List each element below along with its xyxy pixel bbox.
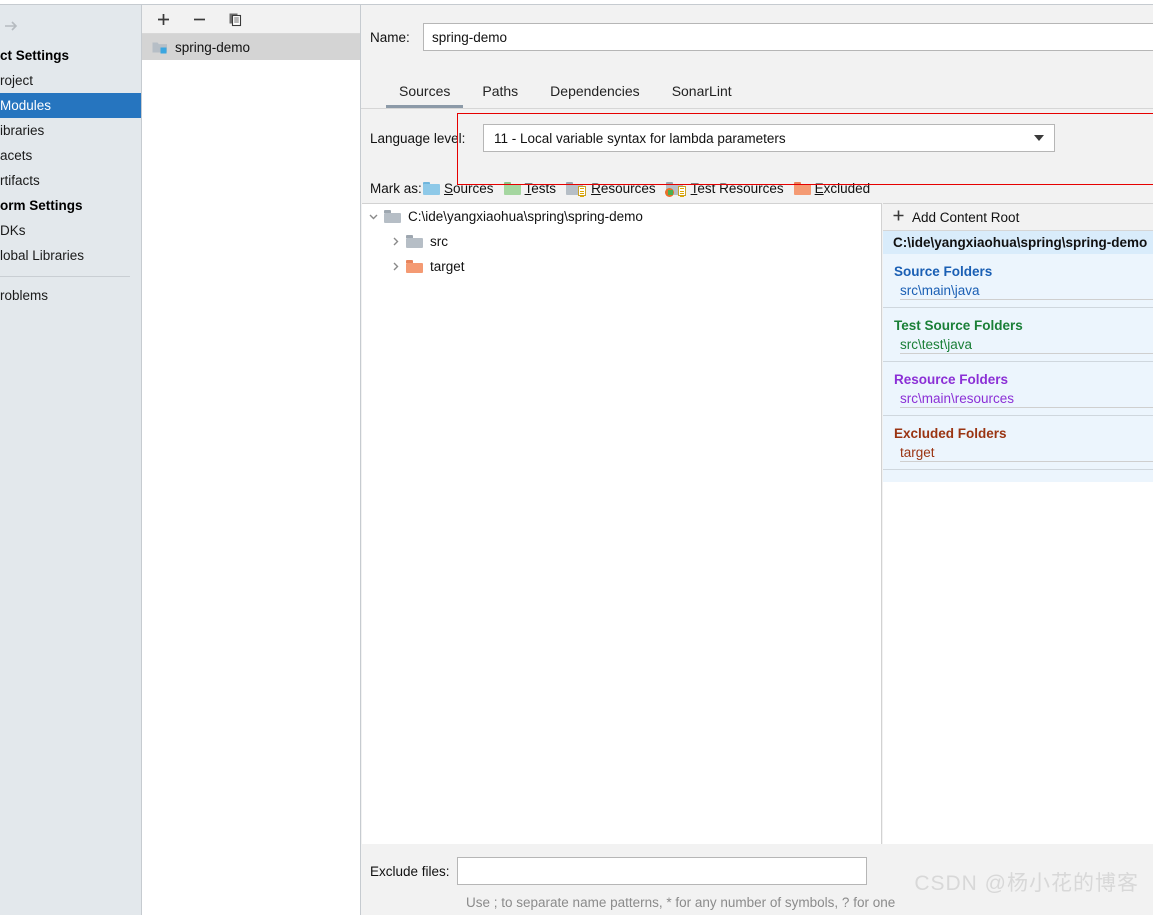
module-name-row: Name: — [361, 21, 1153, 53]
chevron-down-icon[interactable] — [362, 211, 384, 222]
chevron-right-icon[interactable] — [384, 261, 406, 272]
sidebar-item-libraries[interactable]: ibraries — [0, 118, 141, 143]
list-item[interactable]: spring-demo — [142, 34, 360, 60]
sources-folder-icon — [423, 181, 440, 195]
excluded-folder-icon — [793, 181, 811, 195]
plus-icon[interactable] — [152, 8, 174, 30]
sidebar-item-artifacts[interactable]: rtifacts — [0, 168, 141, 193]
source-folders-title: Source Folders — [883, 254, 1153, 283]
sidebar-item-sdks[interactable]: DKs — [0, 218, 141, 243]
copy-icon[interactable] — [224, 8, 246, 30]
plus-icon — [892, 209, 905, 225]
sidebar-group-project-settings: ct Settings — [0, 48, 70, 63]
project-structure-dialog: ct Settings roject Modules ibraries acet… — [0, 0, 1153, 915]
mark-as-excluded-button[interactable]: Excluded — [793, 180, 871, 196]
watermark: CSDN @杨小花的博客 — [914, 872, 1139, 895]
content-root-path-label: C:\ide\yangxiaohua\spring\spring-demo — [408, 209, 643, 224]
mark-as-sources-mnemonic: S — [444, 180, 454, 196]
excluded-folders-title: Excluded Folders — [883, 416, 1153, 445]
module-tabs: Sources Paths Dependencies SonarLint — [361, 77, 1153, 109]
mark-as-sources-button[interactable]: Sources — [423, 181, 494, 196]
name-label: Name: — [370, 29, 410, 45]
add-content-root-button[interactable]: Add Content Root — [883, 204, 1153, 231]
sidebar-item-facets[interactable]: acets — [0, 143, 141, 168]
minus-icon[interactable] — [188, 8, 210, 30]
add-content-root-label: Add Content Root — [912, 209, 1020, 225]
tree-item-label: target — [430, 259, 465, 274]
source-folder-path: src\main\java — [900, 283, 984, 298]
excluded-folder-item[interactable]: target — [883, 445, 1153, 469]
exclude-files-label: Exclude files: — [370, 863, 450, 879]
module-list-pane: spring-demo — [141, 4, 360, 915]
mark-as-row: Mark as: Sources Tests Resources Test Re… — [361, 177, 1153, 199]
excluded-folder-path: target — [900, 445, 939, 460]
language-level-label: Language level: — [370, 130, 466, 146]
test-source-folder-item[interactable]: src\test\java — [883, 337, 1153, 361]
sidebar-topbar — [0, 5, 141, 43]
tree-row[interactable]: C:\ide\yangxiaohua\spring\spring-demo — [362, 204, 881, 229]
tree-item-label: src — [430, 234, 448, 249]
exclude-files-input[interactable] — [457, 857, 867, 885]
module-folder-icon — [152, 40, 168, 54]
test-resources-folder-icon — [664, 181, 686, 197]
content-root-details: C:\ide\yangxiaohua\spring\spring-demo So… — [883, 231, 1153, 482]
tab-dependencies[interactable]: Dependencies — [534, 83, 656, 108]
mark-as-sources-label: ources — [453, 180, 494, 196]
language-level-select[interactable]: 11 - Local variable syntax for lambda pa… — [483, 124, 1055, 152]
module-list-toolbar — [142, 5, 360, 34]
mark-as-resources-button[interactable]: Resources — [566, 180, 656, 197]
source-folder-item[interactable]: src\main\java — [883, 283, 1153, 307]
content-root-header: C:\ide\yangxiaohua\spring\spring-demo — [883, 231, 1153, 254]
sidebar-item-project[interactable]: roject — [0, 68, 141, 93]
sidebar-item-problems[interactable]: roblems — [0, 283, 141, 308]
mark-as-test-resources-label: est Resources — [697, 180, 784, 196]
test-source-folders-title: Test Source Folders — [883, 308, 1153, 337]
resource-folder-item[interactable]: src\main\resources — [883, 391, 1153, 415]
mark-as-tests-button[interactable]: Tests — [503, 180, 557, 196]
tests-folder-icon — [503, 181, 521, 195]
tab-paths[interactable]: Paths — [466, 83, 534, 108]
resource-folder-path: src\main\resources — [900, 391, 1019, 406]
chevron-down-icon — [1034, 135, 1044, 141]
mark-as-label: Mark as: — [370, 180, 422, 196]
src-folder-icon — [406, 235, 423, 248]
language-level-value: 11 - Local variable syntax for lambda pa… — [494, 130, 786, 146]
tree-row[interactable]: target — [362, 254, 881, 279]
content-root-tree: C:\ide\yangxiaohua\spring\spring-demo sr… — [362, 203, 882, 844]
module-detail-panel: Name: Sources Paths Dependencies SonarLi… — [360, 4, 1153, 915]
language-level-row: Language level: 11 - Local variable synt… — [361, 123, 1153, 153]
target-folder-icon — [406, 260, 423, 273]
mark-as-resources-label: esources — [600, 180, 656, 196]
mark-as-test-resources-button[interactable]: Test Resources — [664, 180, 784, 197]
content-root-folder-icon — [384, 210, 401, 223]
chevron-right-icon[interactable] — [384, 236, 406, 247]
arrow-right-icon[interactable] — [2, 19, 24, 33]
mark-as-excluded-label: xcluded — [823, 180, 871, 196]
mark-as-tests-label: ests — [531, 180, 557, 196]
content-root-info-panel: Add Content Root C:\ide\yangxiaohua\spri… — [883, 203, 1153, 844]
sidebar-divider — [0, 276, 130, 277]
module-name-input[interactable] — [423, 23, 1153, 51]
resource-folders-title: Resource Folders — [883, 362, 1153, 391]
mark-as-resources-mnemonic: R — [591, 180, 601, 196]
tab-sources[interactable]: Sources — [383, 83, 466, 108]
mark-as-excluded-mnemonic: E — [814, 180, 824, 196]
sidebar-group-platform-settings: orm Settings — [0, 198, 83, 213]
sidebar-item-global-libraries[interactable]: lobal Libraries — [0, 243, 141, 268]
sidebar-item-modules[interactable]: Modules — [0, 93, 141, 118]
settings-sidebar: ct Settings roject Modules ibraries acet… — [0, 4, 141, 915]
tab-sonarlint[interactable]: SonarLint — [656, 83, 748, 108]
module-name-label: spring-demo — [175, 39, 251, 55]
test-source-folder-path: src\test\java — [900, 337, 977, 352]
resources-folder-icon — [566, 181, 587, 197]
tree-row[interactable]: src — [362, 229, 881, 254]
